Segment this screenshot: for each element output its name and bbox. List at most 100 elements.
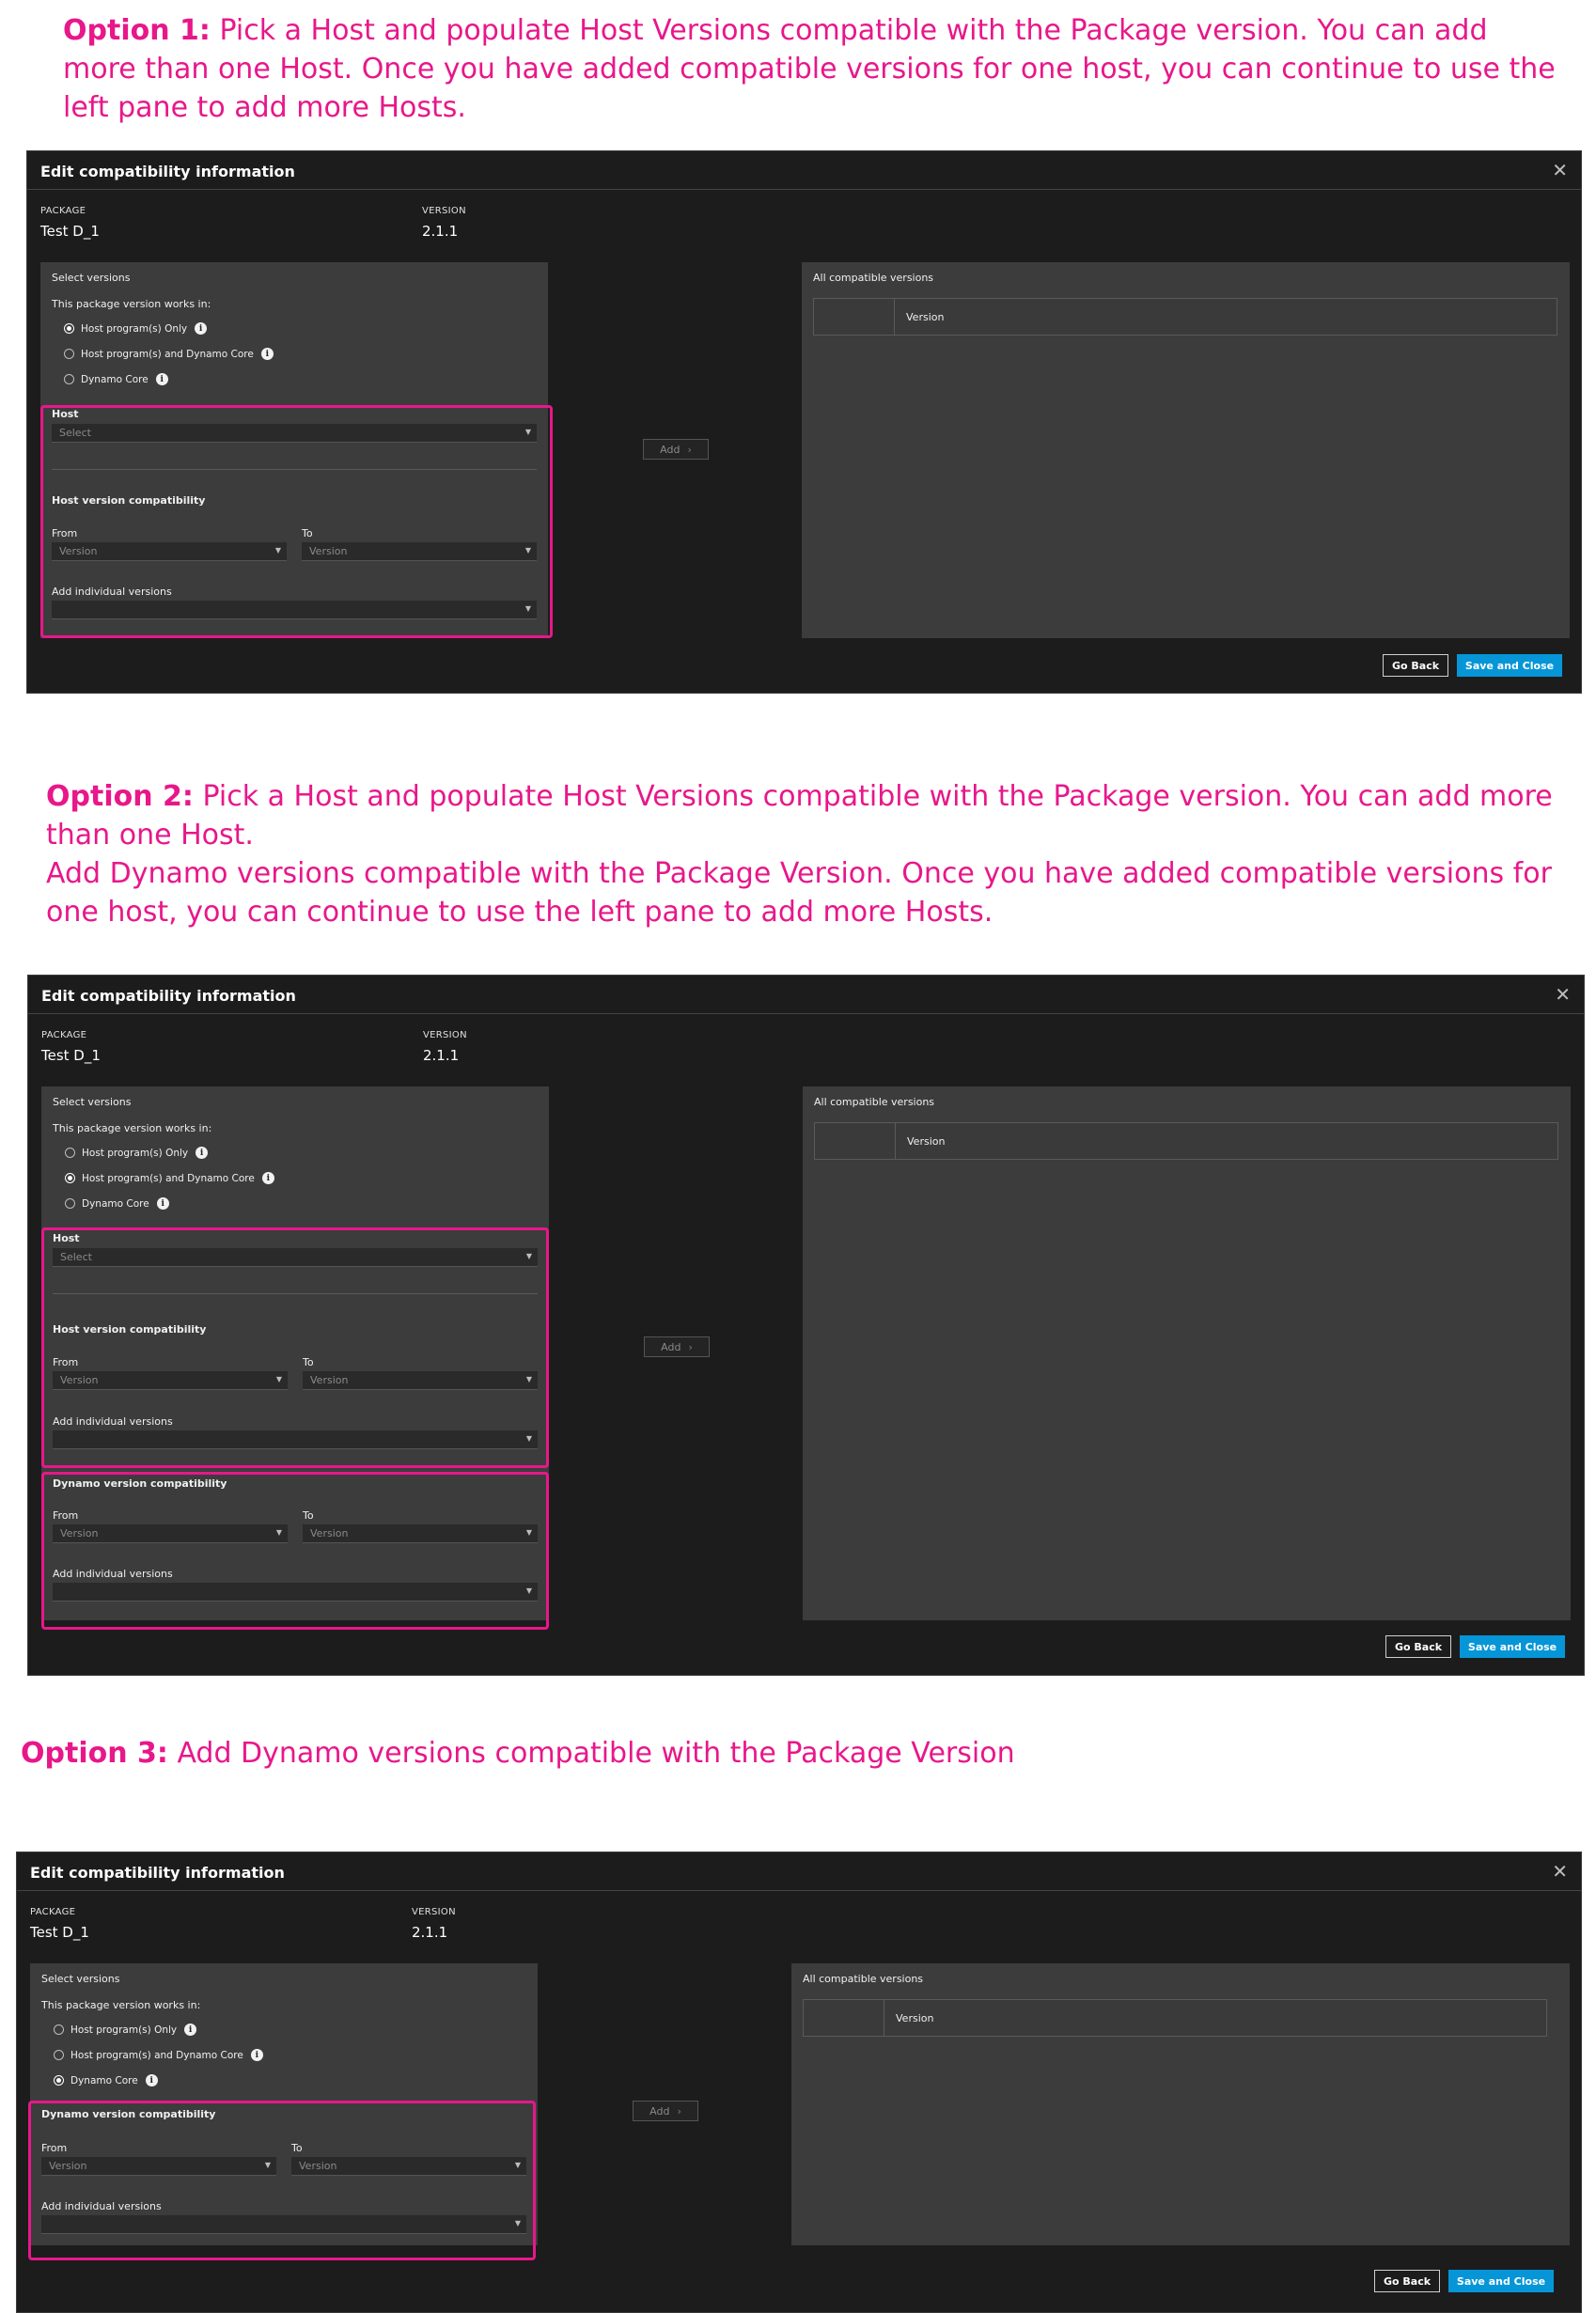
chevron-down-icon: ▼ — [514, 2161, 521, 2169]
table-header-version: Version — [896, 2012, 934, 2024]
option1-caption: Option 1: Pick a Host and populate Host … — [63, 11, 1556, 127]
option2-line2: than one Host. — [46, 819, 254, 852]
host-to-select[interactable]: Version ▼ — [303, 1371, 538, 1390]
dynamo-from-select[interactable]: Version ▼ — [53, 1524, 288, 1543]
host-individual-select[interactable]: ▼ — [53, 1430, 538, 1449]
radio-core-label: Dynamo Core — [70, 2074, 138, 2086]
info-icon[interactable]: i — [155, 373, 168, 385]
dynamo-individual-select[interactable]: ▼ — [41, 2215, 526, 2234]
to-label: To — [303, 1509, 314, 1522]
add-button-label: Add — [649, 2104, 670, 2118]
radio-core[interactable]: Dynamo Core i — [64, 373, 168, 385]
save-and-close-button[interactable]: Save and Close — [1457, 654, 1562, 677]
dynamo-to-select[interactable]: Version ▼ — [291, 2157, 526, 2176]
compatible-versions-table: Version — [803, 1999, 1547, 2037]
go-back-button[interactable]: Go Back — [1385, 1635, 1451, 1658]
radio-unselected-icon — [54, 2050, 64, 2060]
chevron-right-icon: › — [688, 1340, 693, 1353]
select-versions-pane: Select versions This package version wor… — [30, 1963, 538, 2245]
all-compatible-title: All compatible versions — [803, 1973, 924, 1985]
option3-dialog: Edit compatibility information ✕ PACKAGE… — [16, 1852, 1582, 2313]
host-to-select[interactable]: Version ▼ — [302, 542, 537, 561]
package-label: PACKAGE — [41, 1030, 87, 1040]
info-icon[interactable]: i — [195, 322, 208, 335]
info-icon[interactable]: i — [184, 2024, 197, 2036]
select-versions-pane: Select versions This package version wor… — [40, 262, 548, 638]
chevron-down-icon: ▼ — [264, 2161, 271, 2169]
chevron-down-icon: ▼ — [524, 428, 531, 436]
version-value: 2.1.1 — [422, 223, 459, 240]
radio-host-only-label: Host program(s) Only — [82, 1147, 189, 1159]
host-version-compat-title: Host version compatibility — [52, 494, 206, 507]
host-from-placeholder: Version — [60, 1374, 99, 1386]
host-from-select[interactable]: Version ▼ — [53, 1371, 288, 1390]
option2-line1: Pick a Host and populate Host Versions c… — [202, 780, 1553, 813]
radio-host-and-core[interactable]: Host program(s) and Dynamo Core i — [54, 2049, 263, 2061]
info-icon[interactable]: i — [261, 1172, 274, 1184]
close-icon[interactable]: ✕ — [1552, 1862, 1568, 1881]
info-icon[interactable]: i — [260, 348, 274, 360]
dynamo-to-placeholder: Version — [299, 2160, 337, 2172]
add-button[interactable]: Add › — [643, 439, 709, 460]
radio-host-and-core[interactable]: Host program(s) and Dynamo Core i — [65, 1172, 274, 1184]
radio-host-only-label: Host program(s) Only — [81, 322, 188, 335]
dynamo-from-select[interactable]: Version ▼ — [41, 2157, 276, 2176]
dialog-title: Edit compatibility information — [41, 987, 296, 1005]
radio-host-only[interactable]: Host program(s) Only i — [64, 322, 208, 335]
radio-selected-icon — [65, 1173, 75, 1183]
radio-unselected-icon — [65, 1198, 75, 1209]
radio-core[interactable]: Dynamo Core i — [54, 2074, 158, 2086]
host-select[interactable]: Select ▼ — [53, 1248, 538, 1267]
dynamo-version-compat-title: Dynamo version compatibility — [41, 2108, 216, 2120]
info-icon[interactable]: i — [156, 1197, 169, 1210]
host-divider — [52, 469, 537, 470]
version-value: 2.1.1 — [423, 1047, 460, 1064]
package-value: Test D_1 — [30, 1924, 89, 1941]
option1-line1: Pick a Host and populate Host Versions c… — [219, 14, 1488, 47]
dynamo-to-select[interactable]: Version ▼ — [303, 1524, 538, 1543]
option2-line4: one host, you can continue to use the le… — [46, 896, 994, 929]
info-icon[interactable]: i — [250, 2049, 263, 2061]
option2-label: Option 2: — [46, 780, 194, 813]
radio-host-and-core-label: Host program(s) and Dynamo Core — [70, 2049, 243, 2061]
info-icon[interactable]: i — [145, 2074, 158, 2086]
save-and-close-button[interactable]: Save and Close — [1460, 1635, 1565, 1658]
go-back-button[interactable]: Go Back — [1374, 2270, 1440, 2292]
go-back-button[interactable]: Go Back — [1383, 654, 1448, 677]
add-button[interactable]: Add › — [644, 1336, 710, 1357]
save-and-close-button[interactable]: Save and Close — [1448, 2270, 1554, 2292]
add-individual-label: Add individual versions — [53, 1415, 173, 1428]
compatible-versions-pane: All compatible versions Version — [802, 262, 1570, 638]
radio-host-and-core[interactable]: Host program(s) and Dynamo Core i — [64, 348, 274, 360]
version-label: VERSION — [412, 1907, 456, 1917]
host-select[interactable]: Select ▼ — [52, 424, 537, 443]
host-individual-select[interactable]: ▼ — [52, 601, 537, 619]
chevron-down-icon: ▼ — [525, 1252, 532, 1260]
radio-core[interactable]: Dynamo Core i — [65, 1197, 169, 1210]
works-in-label: This package version works in: — [53, 1122, 212, 1134]
chevron-right-icon: › — [677, 2104, 681, 2118]
radio-host-only[interactable]: Host program(s) Only i — [65, 1147, 209, 1159]
host-to-placeholder: Version — [310, 1374, 349, 1386]
compatible-versions-pane: All compatible versions Version — [791, 1963, 1570, 2245]
radio-host-and-core-label: Host program(s) and Dynamo Core — [82, 1172, 255, 1184]
table-header-version: Version — [906, 311, 945, 323]
close-icon[interactable]: ✕ — [1552, 161, 1568, 180]
radio-unselected-icon — [64, 349, 74, 359]
host-from-select[interactable]: Version ▼ — [52, 542, 287, 561]
to-label: To — [291, 2142, 303, 2154]
close-icon[interactable]: ✕ — [1555, 985, 1571, 1004]
works-in-label: This package version works in: — [41, 1999, 201, 2011]
title-divider — [17, 1890, 1581, 1891]
dynamo-from-placeholder: Version — [49, 2160, 87, 2172]
add-individual-label: Add individual versions — [41, 2200, 162, 2212]
info-icon[interactable]: i — [196, 1147, 209, 1159]
dynamo-version-compat-title: Dynamo version compatibility — [53, 1477, 227, 1490]
select-versions-title: Select versions — [41, 1973, 120, 1985]
dynamo-individual-select[interactable]: ▼ — [53, 1583, 538, 1602]
chevron-right-icon: › — [687, 443, 692, 456]
add-button[interactable]: Add › — [633, 2101, 698, 2121]
package-value: Test D_1 — [41, 1047, 101, 1064]
radio-host-only-label: Host program(s) Only — [70, 2024, 178, 2036]
radio-host-only[interactable]: Host program(s) Only i — [54, 2024, 197, 2036]
